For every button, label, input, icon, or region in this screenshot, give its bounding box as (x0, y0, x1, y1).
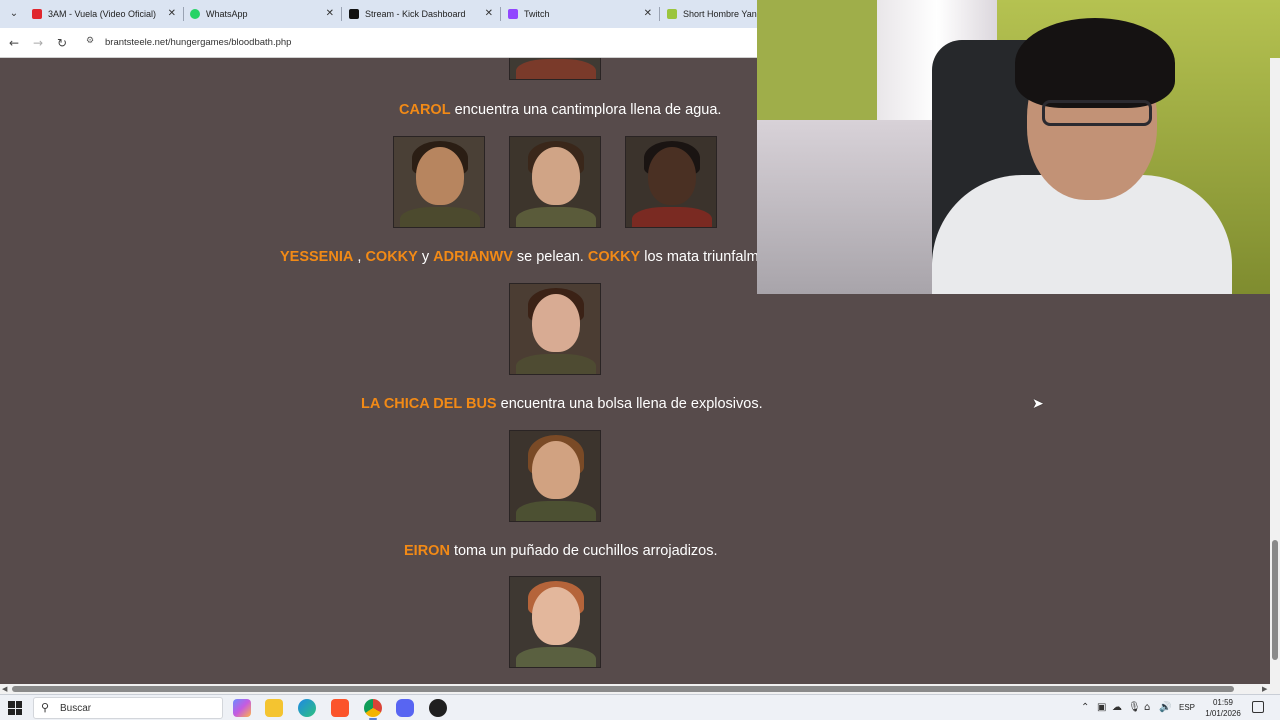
close-tab-icon[interactable]: ✕ (644, 8, 652, 19)
event-description: los mata triunfalmen (640, 249, 775, 265)
reload-icon[interactable]: ↻ (53, 34, 71, 52)
forward-arrow-icon[interactable]: → (29, 34, 47, 52)
mouse-cursor-icon: ➤ (1032, 396, 1044, 412)
back-arrow-icon[interactable]: ← (5, 34, 23, 52)
taskbar-search-box[interactable]: ⚲ Buscar (33, 697, 223, 719)
windows-taskbar: ⚲ Buscar ⌃ ▣ ☁ 🎙 ⌂ 🔊 ESP 01:59 1/01/2026 (0, 694, 1280, 720)
vertical-scrollbar[interactable] (1270, 58, 1280, 684)
event-description: y (417, 249, 434, 265)
tribute-name: YESSENIA (280, 249, 354, 265)
event-description: , (353, 249, 366, 265)
taskbar-clock[interactable]: 01:59 1/01/2026 (1203, 697, 1243, 719)
scroll-right-icon[interactable]: ▶ (1262, 685, 1267, 693)
tribute-name: EIRON (404, 543, 450, 559)
close-tab-icon[interactable]: ✕ (168, 8, 176, 19)
vertical-scrollbar-thumb[interactable] (1272, 540, 1278, 660)
tribute-name: COKKY (365, 249, 418, 265)
clock-time: 01:59 (1212, 698, 1234, 707)
webcam-overlay (757, 0, 1280, 294)
close-tab-icon[interactable]: ✕ (485, 8, 493, 19)
tribute-name: ADRIANWV (433, 249, 513, 265)
event-description: encuentra una bolsa llena de explosivos. (496, 396, 763, 412)
windows-start-icon[interactable] (8, 701, 22, 715)
tribute-name: COKKY (587, 249, 641, 265)
horizontal-scrollbar-thumb[interactable] (12, 686, 1234, 692)
tribute-portrait (625, 136, 717, 228)
address-bar[interactable]: brantsteele.net/hungergames/bloodbath.ph… (105, 37, 291, 48)
edge-icon[interactable] (298, 699, 316, 717)
tab-title: WhatsApp (206, 9, 248, 19)
tab-youtube[interactable]: 3AM - Vuela (Video Oficial) | Ra ✕ (32, 0, 182, 28)
tab-kick[interactable]: Stream - Kick Dashboard ✕ (349, 0, 499, 28)
notification-icon[interactable] (1252, 701, 1264, 713)
webcam-person-glasses (1042, 100, 1152, 126)
tribute-portrait (509, 136, 601, 228)
tray-app-icon[interactable]: ▣ (1097, 702, 1106, 713)
tribute-portrait (509, 576, 601, 668)
scroll-left-icon[interactable]: ◀ (2, 685, 7, 693)
page-favicon-icon (667, 9, 677, 19)
tab-title: 3AM - Vuela (Video Oficial) | Ra (48, 9, 158, 19)
copilot-icon[interactable] (233, 699, 251, 717)
tab-title: Stream - Kick Dashboard (365, 9, 466, 19)
horizontal-scrollbar[interactable]: ◀ ▶ (0, 684, 1280, 694)
event-text: EIRON toma un puñado de cuchillos arroja… (404, 543, 718, 559)
search-icon: ⚲ (41, 701, 50, 714)
taskbar-search-placeholder: Buscar (60, 703, 92, 714)
tab-divider (659, 7, 660, 21)
language-indicator[interactable]: ESP (1179, 703, 1195, 712)
twitch-icon (508, 9, 518, 19)
tribute-name: CAROL (399, 102, 451, 118)
tribute-portrait (509, 283, 601, 375)
event-text: CAROL encuentra una cantimplora llena de… (399, 102, 721, 118)
event-text: YESSENIA , COKKY y ADRIANWV se pelean. C… (280, 249, 775, 265)
site-info-icon[interactable]: ⚙ (86, 36, 98, 48)
tab-title: Short Hombre Yansun (683, 9, 763, 19)
event-description: toma un puñado de cuchillos arrojadizos. (449, 543, 718, 559)
tab-twitch[interactable]: Twitch ✕ (508, 0, 658, 28)
tab-divider (341, 7, 342, 21)
event-description: encuentra una cantimplora llena de agua. (450, 102, 722, 118)
event-text: LA CHICA DEL BUS encuentra una bolsa lle… (361, 396, 763, 412)
youtube-icon (32, 9, 42, 19)
kick-icon (349, 9, 359, 19)
obs-icon[interactable] (429, 699, 447, 717)
microphone-icon[interactable]: 🎙 (1128, 702, 1141, 713)
tab-divider (183, 7, 184, 21)
tab-divider (500, 7, 501, 21)
chrome-icon[interactable] (364, 699, 382, 717)
wifi-icon[interactable]: ⌂ (1144, 702, 1150, 713)
brave-icon[interactable] (331, 699, 349, 717)
tribute-name: LA CHICA DEL BUS (361, 396, 497, 412)
close-tab-icon[interactable]: ✕ (326, 8, 334, 19)
clock-date: 1/01/2026 (1205, 709, 1241, 718)
discord-icon[interactable] (396, 699, 414, 717)
volume-icon[interactable]: 🔊 (1159, 702, 1171, 713)
event-description: se pelean. (512, 249, 588, 265)
tab-title: Twitch (524, 9, 550, 19)
tribute-portrait (393, 136, 485, 228)
webcam-person-hair (1015, 18, 1175, 108)
tab-whatsapp[interactable]: WhatsApp ✕ (190, 0, 340, 28)
tab-search-chevron-icon[interactable]: ⌄ (6, 6, 22, 22)
file-explorer-icon[interactable] (265, 699, 283, 717)
tribute-portrait (509, 58, 601, 80)
tray-chevron-up-icon[interactable]: ⌃ (1081, 702, 1089, 713)
whatsapp-icon (190, 9, 200, 19)
tribute-portrait (509, 430, 601, 522)
tab-short[interactable]: Short Hombre Yansun (667, 0, 767, 28)
tray-network-icon[interactable]: ☁ (1112, 702, 1122, 713)
